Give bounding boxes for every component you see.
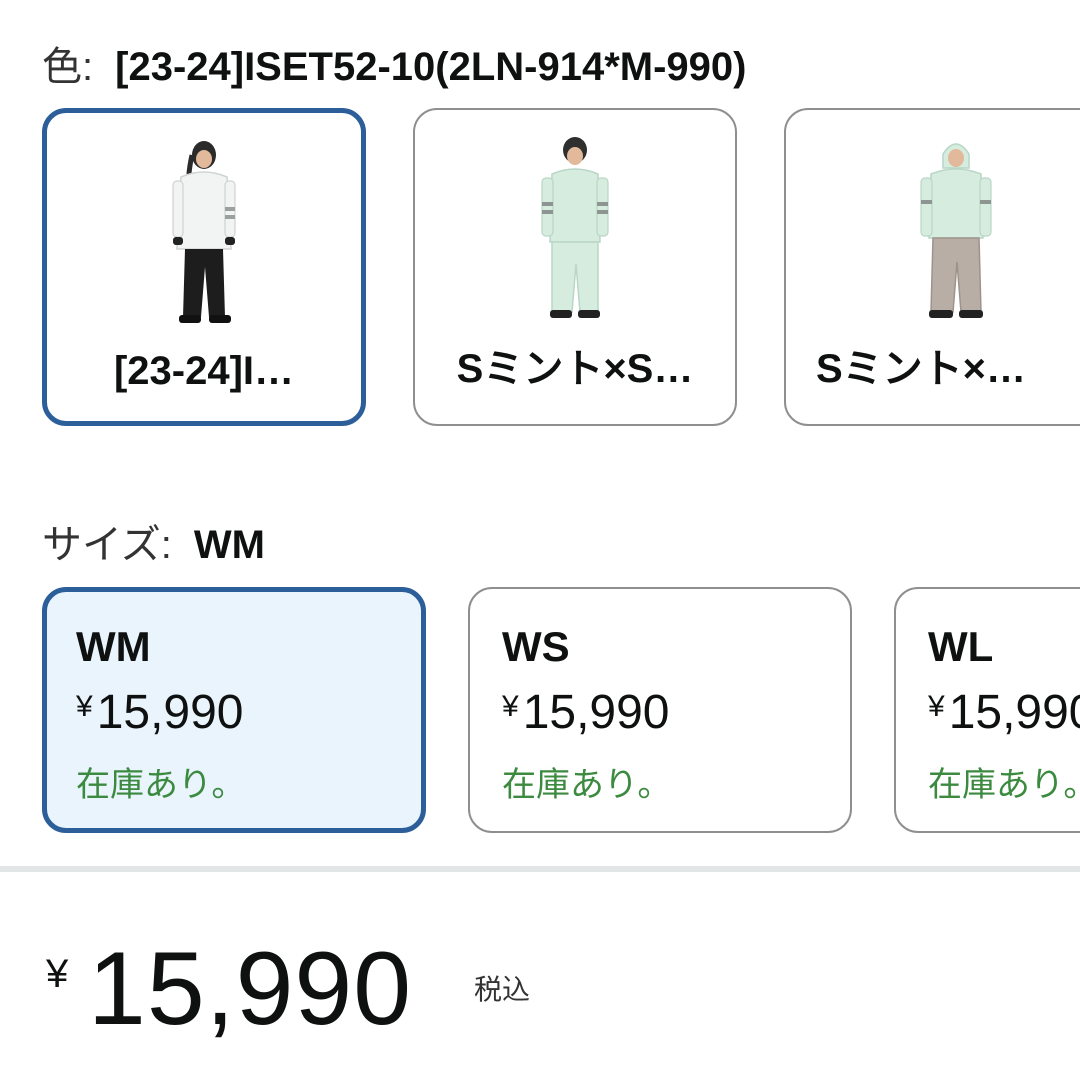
size-option-ws[interactable]: WS ¥15,990 在庫あり。: [468, 587, 852, 833]
size-price: ¥15,990: [928, 685, 1080, 740]
size-price: ¥15,990: [502, 685, 670, 740]
product-image-2: [541, 137, 609, 318]
size-selected-value: WM: [193, 523, 265, 567]
color-swatch-caption: Sミント×…: [816, 347, 1027, 391]
stock-status: 在庫あり。: [76, 766, 246, 804]
color-swatch-1[interactable]: [23-24]I…: [42, 108, 366, 426]
price-amount: 15,990: [88, 931, 413, 1047]
size-price-amount: 15,990: [522, 686, 670, 739]
color-swatch-3[interactable]: Sミント×…: [784, 108, 1080, 426]
color-swatch-2[interactable]: Sミント×S…: [413, 108, 737, 426]
color-label-row: 色: [23-24]ISET52-10(2LN-914*M-990): [42, 34, 747, 92]
size-option-wl[interactable]: WL ¥15,990 在庫あり。: [894, 587, 1080, 833]
currency-symbol: ¥: [46, 952, 69, 996]
product-image-1: [172, 141, 236, 323]
color-selected-value: [23-24]ISET52-10(2LN-914*M-990): [115, 45, 747, 89]
stock-status: 在庫あり。: [928, 766, 1080, 804]
product-image-3: [920, 143, 992, 318]
size-label-row: サイズ: WM: [42, 512, 265, 570]
size-option-wm[interactable]: WM ¥15,990 在庫あり。: [42, 587, 426, 833]
currency-symbol: ¥: [76, 690, 93, 723]
color-swatch-caption: [23-24]I…: [113, 349, 295, 393]
size-name: WM: [76, 623, 151, 670]
size-price-amount: 15,990: [948, 686, 1080, 739]
tax-included-note: 税込: [474, 974, 531, 1005]
size-price-amount: 15,990: [96, 686, 244, 739]
size-name: WS: [502, 623, 570, 670]
stock-status: 在庫あり。: [502, 766, 672, 804]
size-price: ¥15,990: [76, 685, 244, 740]
section-divider: [0, 866, 1080, 872]
currency-symbol: ¥: [928, 690, 945, 723]
size-key: サイズ:: [42, 523, 172, 567]
size-name: WL: [928, 623, 994, 670]
color-key: 色:: [42, 45, 94, 89]
currency-symbol: ¥: [502, 690, 519, 723]
color-swatch-caption: Sミント×S…: [456, 347, 694, 391]
